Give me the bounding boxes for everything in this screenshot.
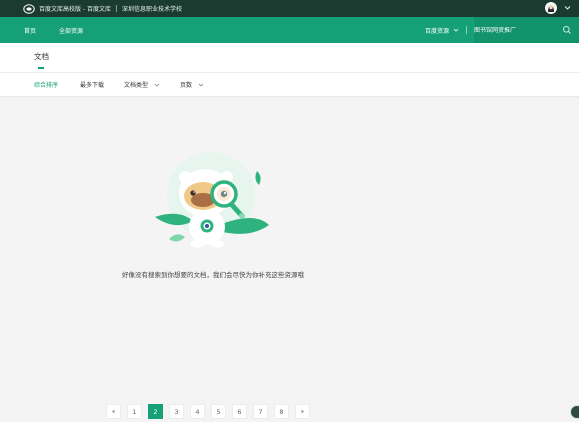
page-button-7[interactable]: 7 xyxy=(253,404,268,419)
page-button-1[interactable]: 1 xyxy=(127,404,142,419)
filter-sort-comprehensive[interactable]: 综合排序 xyxy=(34,80,58,89)
search-icon[interactable] xyxy=(562,25,572,35)
main-nav: 首页 全部资源 百度资源 xyxy=(0,17,579,43)
search-box xyxy=(474,17,579,43)
filter-most-downloads[interactable]: 最多下载 xyxy=(80,80,104,89)
next-page-button[interactable] xyxy=(295,404,310,419)
page-button-5[interactable]: 5 xyxy=(211,404,226,419)
page-button-3[interactable]: 3 xyxy=(169,404,184,419)
chevron-down-icon xyxy=(198,83,204,86)
nav-item-home[interactable]: 首页 xyxy=(24,26,36,35)
page-button-8[interactable]: 8 xyxy=(274,404,289,419)
divider xyxy=(466,26,467,34)
user-avatar[interactable] xyxy=(545,2,557,14)
filter-doc-type[interactable]: 文档类型 xyxy=(124,80,160,89)
search-input[interactable] xyxy=(474,26,556,34)
prev-page-button[interactable] xyxy=(106,404,121,419)
filter-page-count[interactable]: 页数 xyxy=(180,80,204,89)
caret-right-icon xyxy=(301,409,304,414)
nav-right-area: 百度资源 xyxy=(425,17,579,43)
resource-dropdown-label: 百度资源 xyxy=(424,27,449,35)
filter-page-count-label: 页数 xyxy=(180,82,193,89)
chevron-down-icon[interactable] xyxy=(564,4,571,13)
chevron-down-icon xyxy=(453,28,459,32)
tab-documents[interactable]: 文档 xyxy=(34,51,49,62)
tabs-bar: 文档 xyxy=(0,43,579,73)
baidu-wenku-logo-icon[interactable] xyxy=(23,3,35,14)
site-title[interactable]: 百度文库高校版 - 百度文库 xyxy=(39,4,111,13)
chevron-down-icon xyxy=(154,83,160,86)
filter-bar: 综合排序 最多下载 文档类型 页数 xyxy=(0,73,579,97)
divider xyxy=(115,5,117,12)
nav-item-all-resources[interactable]: 全部资源 xyxy=(59,26,83,35)
pagination: 1 2 3 4 5 6 7 8 xyxy=(106,404,316,419)
active-tab-indicator xyxy=(38,67,44,69)
floating-assistant-avatar[interactable] xyxy=(570,405,579,419)
page-button-2-current[interactable]: 2 xyxy=(148,404,163,419)
school-name[interactable]: 深圳信息职业技术学校 xyxy=(122,4,182,13)
resource-dropdown[interactable]: 百度资源 xyxy=(425,26,459,35)
top-bar: 百度文库高校版 - 百度文库 深圳信息职业技术学校 xyxy=(0,0,579,17)
page-button-4[interactable]: 4 xyxy=(190,404,205,419)
empty-state-message: 好像没有搜索到你想要的文档，我们会尽快为你补充这些资源哦 xyxy=(122,271,304,279)
empty-state-illustration xyxy=(155,152,269,248)
user-avatar-icon xyxy=(546,3,556,13)
caret-left-icon xyxy=(112,409,115,414)
page-button-6[interactable]: 6 xyxy=(232,404,247,419)
filter-doc-type-label: 文档类型 xyxy=(124,82,149,89)
